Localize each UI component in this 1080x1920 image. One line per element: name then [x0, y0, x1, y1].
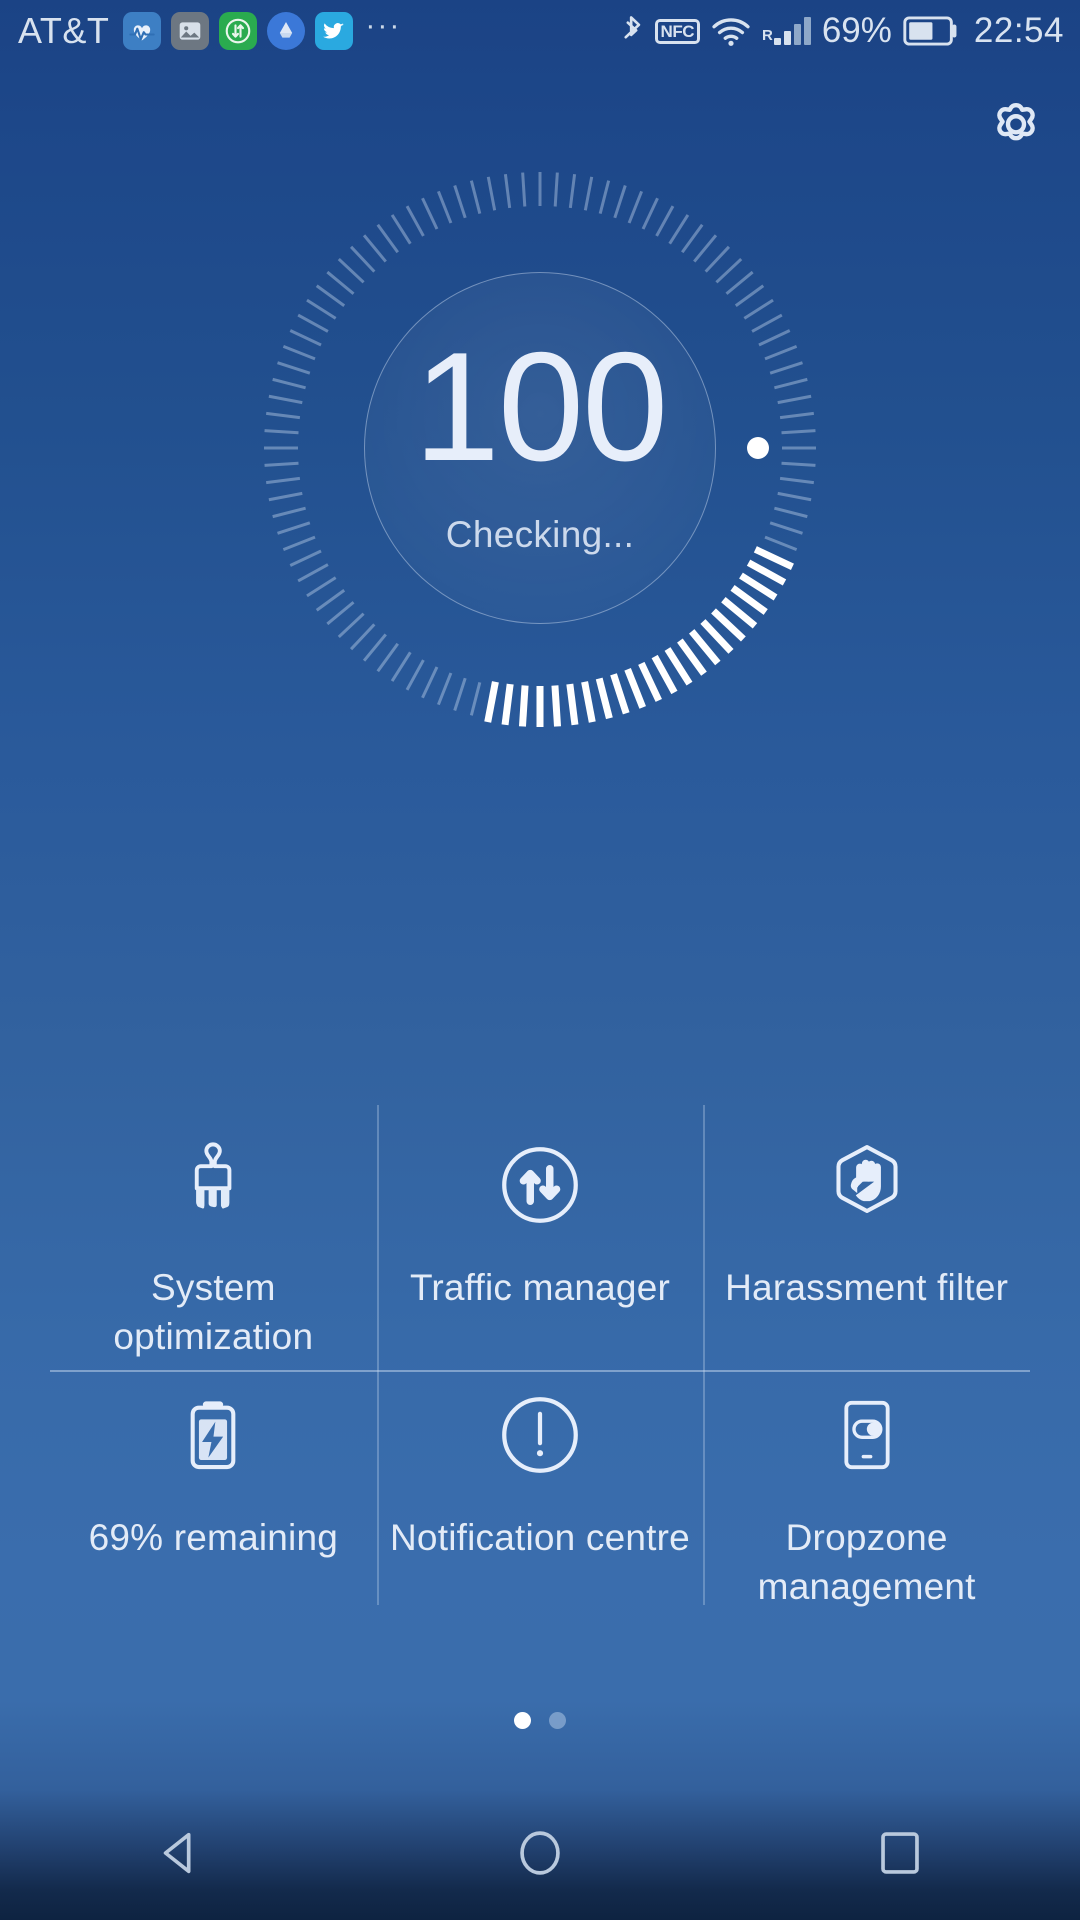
data-transfer-icon	[488, 1127, 592, 1243]
tile-traffic-manager[interactable]: Traffic manager	[376, 1105, 704, 1355]
nav-back-button[interactable]	[105, 1800, 255, 1910]
tile-notification-centre[interactable]: Notification centre	[376, 1355, 704, 1605]
battery-icon	[903, 15, 959, 47]
battery-charge-icon	[163, 1377, 263, 1493]
tile-harassment-filter[interactable]: Harassment filter	[703, 1105, 1030, 1355]
broom-icon	[161, 1127, 265, 1243]
tile-battery-remaining[interactable]: 69% remaining	[50, 1355, 377, 1605]
carrier-label: AT&T	[18, 10, 110, 51]
photos-app-icon	[171, 12, 210, 50]
page-dot-1[interactable]	[514, 1712, 531, 1729]
settings-button[interactable]	[970, 80, 1062, 172]
nfc-icon: NFC	[654, 18, 700, 44]
page-indicator[interactable]	[514, 1712, 566, 1729]
wifi-icon	[711, 15, 751, 47]
home-circle-icon	[513, 1826, 567, 1885]
tile-label: Dropzone management	[757, 1517, 976, 1607]
twitter-app-icon	[315, 12, 354, 50]
tile-label: Traffic manager	[409, 1267, 671, 1308]
tile-label: System optimization	[113, 1267, 314, 1357]
nav-recents-button[interactable]	[825, 1800, 975, 1910]
tile-system-optimization[interactable]: System optimization	[50, 1105, 377, 1355]
android-nav-bar	[0, 1790, 1080, 1920]
tile-label: Harassment filter	[725, 1267, 1009, 1308]
health-app-icon	[123, 12, 162, 50]
security-score-dial[interactable]: 100 Checking...	[250, 158, 830, 738]
green-transfer-app-icon	[219, 12, 258, 50]
tile-label: 69% remaining	[88, 1517, 339, 1558]
phone-toggle-icon	[818, 1377, 916, 1493]
status-bar-right: NFC R 69% 22:54	[620, 11, 1064, 51]
score-status-label: Checking...	[445, 513, 635, 555]
page-dot-2[interactable]	[549, 1712, 566, 1729]
clock-label: 22:54	[973, 11, 1064, 50]
score-value: 100	[413, 319, 669, 493]
cell-signal-icon: R	[762, 17, 811, 45]
dial-inner-circle: 100 Checking...	[364, 272, 716, 624]
roaming-label: R	[762, 27, 773, 44]
app-screen: AT&T ··· NFC R 69% 22:54 100 Checking...…	[0, 0, 1080, 1920]
back-triangle-icon	[153, 1826, 207, 1885]
google-drive-app-icon	[267, 12, 306, 50]
status-bar: AT&T ··· NFC R 69% 22:54	[0, 0, 1080, 62]
recents-square-icon	[873, 1826, 927, 1885]
exclamation-circle-icon	[488, 1377, 592, 1493]
nav-home-button[interactable]	[465, 1800, 615, 1910]
tile-label: Notification centre	[390, 1517, 690, 1558]
battery-percent-label: 69%	[821, 11, 892, 50]
status-overflow-icon: ···	[365, 9, 402, 42]
stop-hand-icon	[813, 1127, 921, 1243]
feature-grid: System optimization Traffic manager Hara…	[50, 1105, 1030, 1605]
tile-dropzone-management[interactable]: Dropzone management	[703, 1355, 1030, 1605]
gear-icon	[985, 93, 1047, 160]
bluetooth-icon	[620, 13, 644, 49]
